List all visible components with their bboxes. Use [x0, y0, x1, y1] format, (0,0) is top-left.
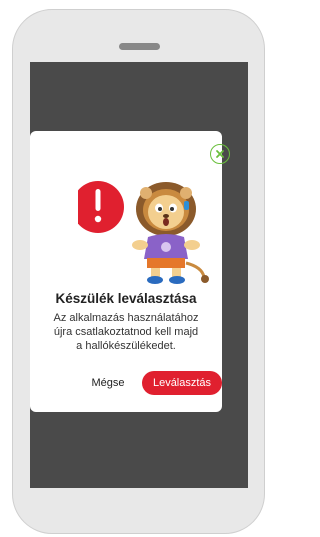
close-button[interactable] — [210, 144, 230, 164]
description-line: a hallókészülékedet. — [76, 340, 176, 352]
close-icon — [216, 150, 224, 158]
disconnect-illustration — [78, 181, 209, 284]
disconnect-button[interactable]: Leválasztás — [142, 371, 222, 395]
dialog-description: Az alkalmazás használatához újra csatlak… — [30, 311, 222, 353]
warning-icon — [78, 181, 124, 233]
disconnect-dialog: Készülék leválasztása Az alkalmazás hasz… — [30, 131, 230, 412]
cancel-button[interactable]: Mégse — [88, 372, 128, 394]
lion-mascot — [132, 182, 209, 284]
description-line: Az alkalmazás használatához — [53, 312, 199, 324]
phone-speaker — [119, 43, 160, 50]
dialog-title: Készülék leválasztása — [55, 291, 197, 306]
description-line: újra csatlakoztatnod kell majd — [53, 326, 199, 338]
